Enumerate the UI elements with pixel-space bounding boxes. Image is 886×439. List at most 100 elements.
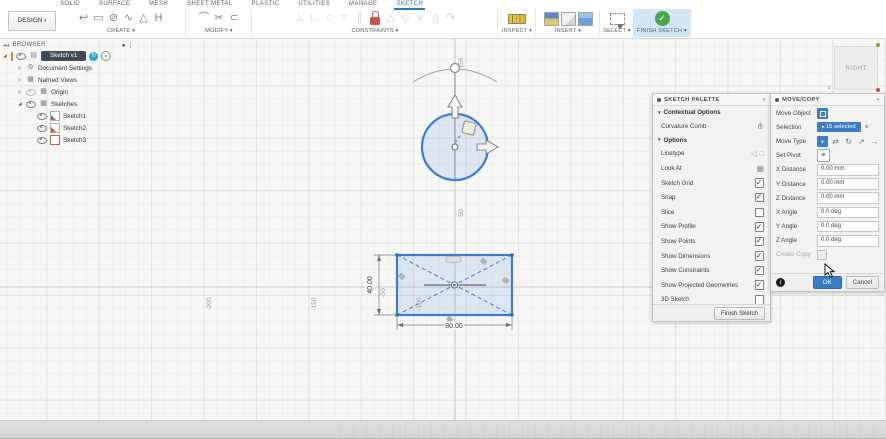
select-window-icon[interactable]: [610, 13, 625, 25]
visibility-eye-icon[interactable]: [26, 89, 36, 96]
smooth-icon[interactable]: ↷: [444, 11, 457, 26]
palette-section-contextual-options[interactable]: Contextual Options: [653, 106, 770, 119]
corner-point[interactable]: [395, 313, 399, 317]
circle-center-point[interactable]: [452, 144, 458, 150]
x-angle-input[interactable]: 0.0 deg: [817, 207, 879, 219]
info-icon[interactable]: i: [776, 278, 785, 287]
toolbar-group-label-constraints[interactable]: CONSTRAINTS ▾: [252, 28, 498, 34]
spline-icon[interactable]: ∿: [122, 11, 135, 26]
collinear-icon[interactable]: ∟: [308, 11, 321, 26]
rotate-grip[interactable]: [451, 64, 460, 73]
viewcube[interactable]: RIGHT z: [834, 46, 878, 90]
x-distance-input[interactable]: 0.00 mm: [817, 164, 879, 176]
finish-sketch-button[interactable]: Finish Sketch: [714, 307, 765, 320]
browser-menu-icon[interactable]: ● ⋮: [122, 42, 134, 49]
curvature-comb-icon[interactable]: ⋔: [756, 121, 764, 132]
move-copy-header[interactable]: MOVE/COPY »: [771, 94, 884, 106]
symmetry-icon[interactable]: ⋎: [414, 11, 427, 26]
y-angle-input[interactable]: 0.0 deg: [817, 221, 879, 233]
tangent-icon[interactable]: ○: [323, 11, 336, 26]
point-to-point-icon[interactable]: ↗: [856, 136, 867, 147]
viewcube-face-label[interactable]: RIGHT: [835, 47, 877, 89]
finish-sketch-check-icon[interactable]: ✓: [655, 11, 670, 26]
polygon-icon[interactable]: △: [137, 11, 150, 26]
slot-icon[interactable]: H: [152, 11, 165, 26]
insert-image-icon[interactable]: [578, 12, 593, 26]
y-distance-input[interactable]: 0.00 mm: [817, 178, 879, 190]
move-rotate-icon[interactable]: ↻: [843, 136, 854, 147]
closed-arrow-icon[interactable]: ▷: [17, 77, 23, 83]
expand-arrow-icon[interactable]: ◢: [2, 53, 8, 59]
move-object-button[interactable]: [817, 108, 828, 119]
browser-item-sketch1[interactable]: Sketch1: [2, 110, 162, 122]
insert-mesh-icon[interactable]: [561, 12, 576, 26]
visibility-eye-icon[interactable]: [37, 125, 47, 132]
height-dimension[interactable]: 40.00: [367, 276, 374, 294]
circle-sketch[interactable]: [413, 64, 498, 181]
document-name[interactable]: Sketch v1: [41, 51, 86, 62]
z-distance-input[interactable]: 0.00 mm: [817, 192, 879, 204]
move-translate-icon[interactable]: ⇄: [830, 136, 841, 147]
dimension-badge[interactable]: [446, 257, 461, 263]
snap-checkbox[interactable]: [755, 193, 765, 203]
cancel-button[interactable]: Cancel: [846, 276, 879, 289]
parallel-icon[interactable]: ∥: [353, 11, 366, 26]
midpoint-icon[interactable]: △: [384, 11, 397, 26]
sketch-line-icon[interactable]: ↩: [77, 11, 90, 26]
set-pivot-icon[interactable]: ⌖: [817, 149, 830, 162]
clear-selection-icon[interactable]: ×: [865, 124, 869, 131]
show-dimensions-checkbox[interactable]: [755, 251, 765, 261]
corner-point[interactable]: [510, 313, 514, 317]
concentric-icon[interactable]: ◇: [399, 11, 412, 26]
circle-icon[interactable]: ⊘: [107, 11, 120, 26]
collapse-browser-icon[interactable]: ◂◂: [3, 42, 10, 49]
browser-item-sketch2[interactable]: Sketch2: [2, 122, 162, 134]
show-projected-geometries-checkbox[interactable]: [755, 280, 765, 290]
browser-item-origin[interactable]: ▷▦Origin: [2, 86, 162, 98]
fillet-icon[interactable]: ⌒: [198, 11, 211, 26]
insert-canvas-icon[interactable]: [544, 12, 559, 26]
corner-point[interactable]: [510, 253, 514, 257]
rectangle-sketch[interactable]: [395, 253, 514, 323]
visibility-eye-icon[interactable]: [26, 101, 36, 108]
slice-checkbox[interactable]: [755, 208, 765, 218]
browser-item-sketch3[interactable]: Sketch3: [2, 134, 162, 146]
offset-icon[interactable]: ⊂: [228, 11, 241, 26]
sketch-grid-checkbox[interactable]: [755, 178, 765, 188]
dock-panel-icon[interactable]: »: [762, 97, 766, 103]
show-constraints-checkbox[interactable]: [755, 266, 765, 276]
construction-linetype-icon[interactable]: ◁: [751, 149, 757, 158]
normal-linetype-icon[interactable]: □: [759, 149, 764, 158]
toolbar-group-label-finish[interactable]: FINISH SKETCH ▾: [633, 28, 691, 34]
browser-item-sketches[interactable]: ◢▦Sketches: [2, 98, 162, 110]
visibility-eye-icon[interactable]: [37, 113, 47, 120]
create-copy-checkbox[interactable]: [817, 250, 827, 260]
rectangle-icon[interactable]: ▭: [92, 11, 105, 26]
equal-icon[interactable]: =: [338, 11, 351, 26]
corner-point[interactable]: [395, 253, 399, 257]
palette-section-options[interactable]: Options: [653, 134, 770, 147]
open-arrow-icon[interactable]: ◢: [17, 101, 23, 107]
show-points-checkbox[interactable]: [755, 237, 765, 247]
coincident-icon[interactable]: ⊥: [293, 11, 306, 26]
z-angle-input[interactable]: 0.0 deg: [817, 235, 879, 247]
toolbar-group-label-select[interactable]: SELECT ▾: [600, 28, 634, 34]
curvature-icon[interactable]: ▯: [429, 11, 442, 26]
visibility-eye-icon[interactable]: [16, 53, 26, 60]
toolbar-group-label-insert[interactable]: INSERT ▾: [536, 28, 600, 34]
trim-icon[interactable]: ✂: [213, 11, 226, 26]
toolbar-group-label-modify[interactable]: MODIFY ▾: [186, 28, 252, 34]
close-dialog-icon[interactable]: »: [876, 97, 880, 103]
point-to-position-icon[interactable]: →: [869, 136, 880, 147]
look-at-icon[interactable]: ▦: [756, 164, 764, 173]
move-free-icon[interactable]: +: [817, 136, 828, 147]
fix-unfix-lock-icon[interactable]: [368, 11, 382, 26]
toolbar-group-label-create[interactable]: CREATE ▾: [57, 28, 185, 34]
toolbar-group-label-inspect[interactable]: INSPECT ▾: [498, 28, 536, 34]
timeline-bar[interactable]: [0, 420, 886, 439]
sketch-palette-header[interactable]: SKETCH PALETTE »: [653, 94, 770, 106]
sync-status-icon[interactable]: [89, 52, 98, 61]
plane-move-handle[interactable]: [462, 121, 477, 136]
width-dimension[interactable]: 80.00: [445, 323, 463, 330]
show-profile-checkbox[interactable]: [755, 222, 765, 232]
